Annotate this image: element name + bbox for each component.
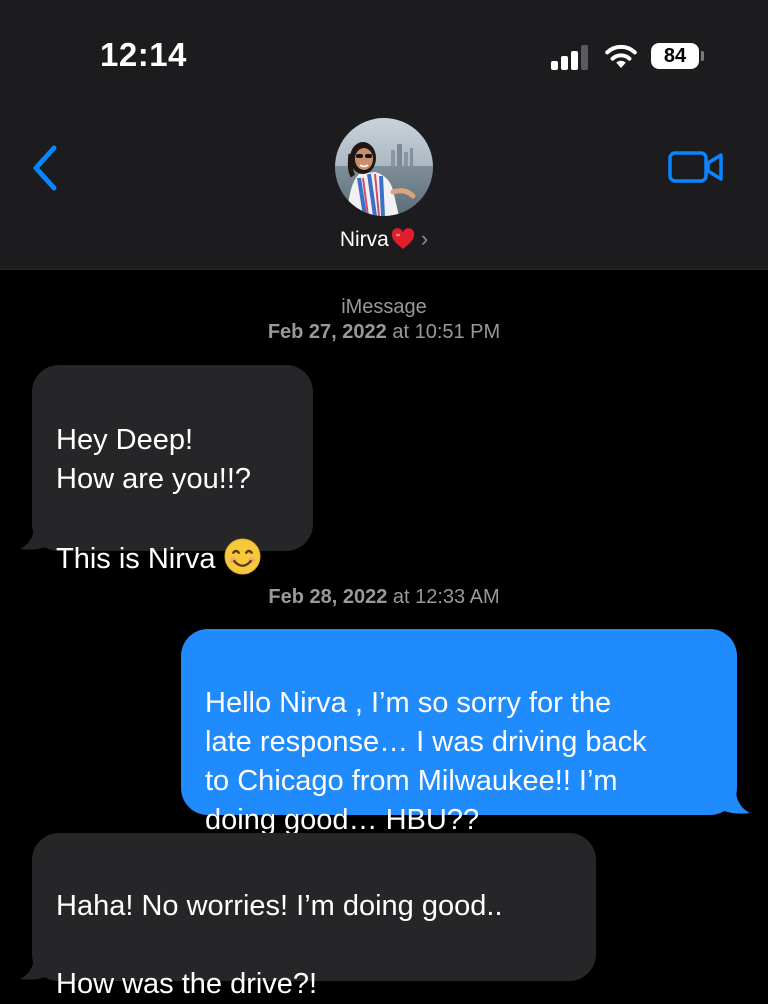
timestamp-date: Feb 28, 2022 bbox=[268, 586, 388, 608]
message-text: Hey Deep! How are you!!? This is Nirva bbox=[56, 424, 252, 575]
status-time: 12:14 bbox=[100, 36, 187, 73]
timestamp-time: at 10:51 PM bbox=[392, 321, 501, 343]
chevron-right-icon: › bbox=[420, 226, 429, 251]
battery-indicator: 84 bbox=[651, 43, 699, 69]
incoming-message[interactable]: Hey Deep! How are you!!? This is Nirva bbox=[32, 365, 313, 575]
cellular-signal-icon bbox=[551, 45, 591, 70]
smiling-face-emoji bbox=[223, 538, 261, 575]
contact-name-button[interactable]: Nirva › bbox=[0, 226, 768, 252]
wifi-icon bbox=[605, 44, 637, 68]
timestamp-feb-27: Feb 27, 2022 at 10:51 PM bbox=[0, 321, 768, 344]
contact-photo bbox=[335, 118, 433, 216]
incoming-message[interactable]: Haha! No worries! I’m doing good.. How w… bbox=[32, 833, 596, 1000]
video-camera-icon bbox=[668, 151, 723, 183]
contact-avatar[interactable] bbox=[335, 118, 433, 216]
outgoing-message[interactable]: Hello Nirva , I’m so sorry for the late … bbox=[181, 629, 737, 836]
red-heart-emoji bbox=[391, 228, 414, 249]
message-text: Haha! No worries! I’m doing good.. How w… bbox=[56, 890, 503, 1000]
chevron-left-icon bbox=[33, 145, 57, 191]
back-button[interactable] bbox=[28, 144, 64, 192]
facetime-video-button[interactable] bbox=[667, 148, 725, 186]
message-text: Hello Nirva , I’m so sorry for the late … bbox=[205, 687, 647, 836]
timestamp-feb-28: Feb 28, 2022 at 12:33 AM bbox=[0, 586, 768, 609]
conversation-header: 12:14 84 Nirva › bbox=[0, 0, 768, 270]
battery-nub bbox=[701, 51, 704, 61]
timestamp-date: Feb 27, 2022 bbox=[267, 321, 387, 343]
timestamp-time: at 12:33 AM bbox=[392, 586, 500, 608]
service-label: iMessage bbox=[341, 296, 427, 318]
contact-name: Nirva bbox=[339, 228, 389, 251]
